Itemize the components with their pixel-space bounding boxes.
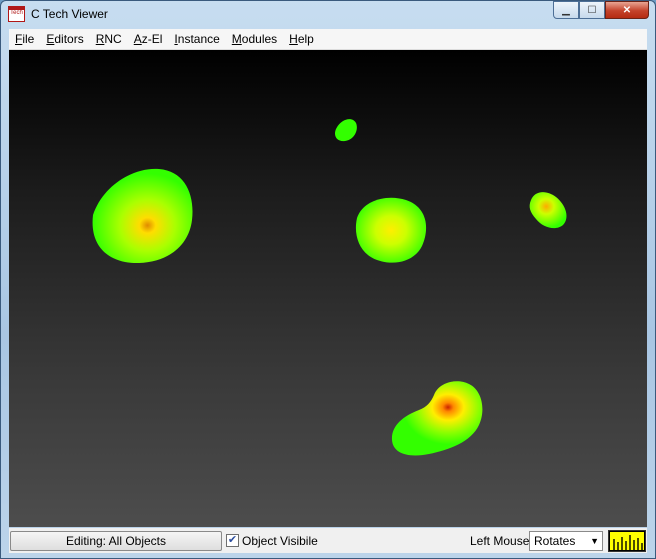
app-window: Tech C Tech Viewer ▁ ☐ ✕ File Editors RN…	[0, 0, 656, 559]
menu-rnc[interactable]: RNC	[90, 29, 128, 49]
menu-modules[interactable]: Modules	[226, 29, 283, 49]
title-bar[interactable]: Tech C Tech Viewer ▁ ☐ ✕	[1, 1, 655, 29]
activity-meter-icon	[608, 530, 646, 552]
app-icon: Tech	[8, 6, 25, 22]
object-visible-checkbox[interactable]: ✔	[226, 534, 239, 547]
plume-right	[529, 192, 567, 229]
left-mouse-value: Rotates	[534, 534, 576, 548]
plume-scene	[92, 119, 567, 456]
menu-help[interactable]: Help	[283, 29, 320, 49]
editing-button[interactable]: Editing: All Objects	[10, 531, 222, 551]
status-bar: Editing: All Objects ✔ Object Visibile L…	[9, 528, 647, 553]
3d-viewport[interactable]	[9, 50, 647, 527]
menu-bar: File Editors RNC Az-El Instance Modules …	[9, 29, 647, 50]
close-button[interactable]: ✕	[605, 1, 649, 19]
minimize-button[interactable]: ▁	[553, 1, 579, 19]
plume-center	[355, 197, 427, 263]
menu-editors[interactable]: Editors	[40, 29, 89, 49]
menu-file[interactable]: File	[9, 29, 40, 49]
window-title: C Tech Viewer	[31, 7, 108, 21]
maximize-button[interactable]: ☐	[579, 1, 605, 19]
object-visible-label: Object Visibile	[242, 534, 318, 548]
chevron-down-icon: ▼	[590, 536, 599, 546]
menu-instance[interactable]: Instance	[168, 29, 225, 49]
plume-bottom	[391, 381, 483, 456]
plume-left	[92, 168, 193, 264]
left-mouse-select[interactable]: Rotates ▼	[529, 531, 603, 551]
menu-az-el[interactable]: Az-El	[128, 29, 169, 49]
plume-small-top	[335, 119, 357, 142]
left-mouse-label: Left Mouse	[470, 534, 530, 548]
